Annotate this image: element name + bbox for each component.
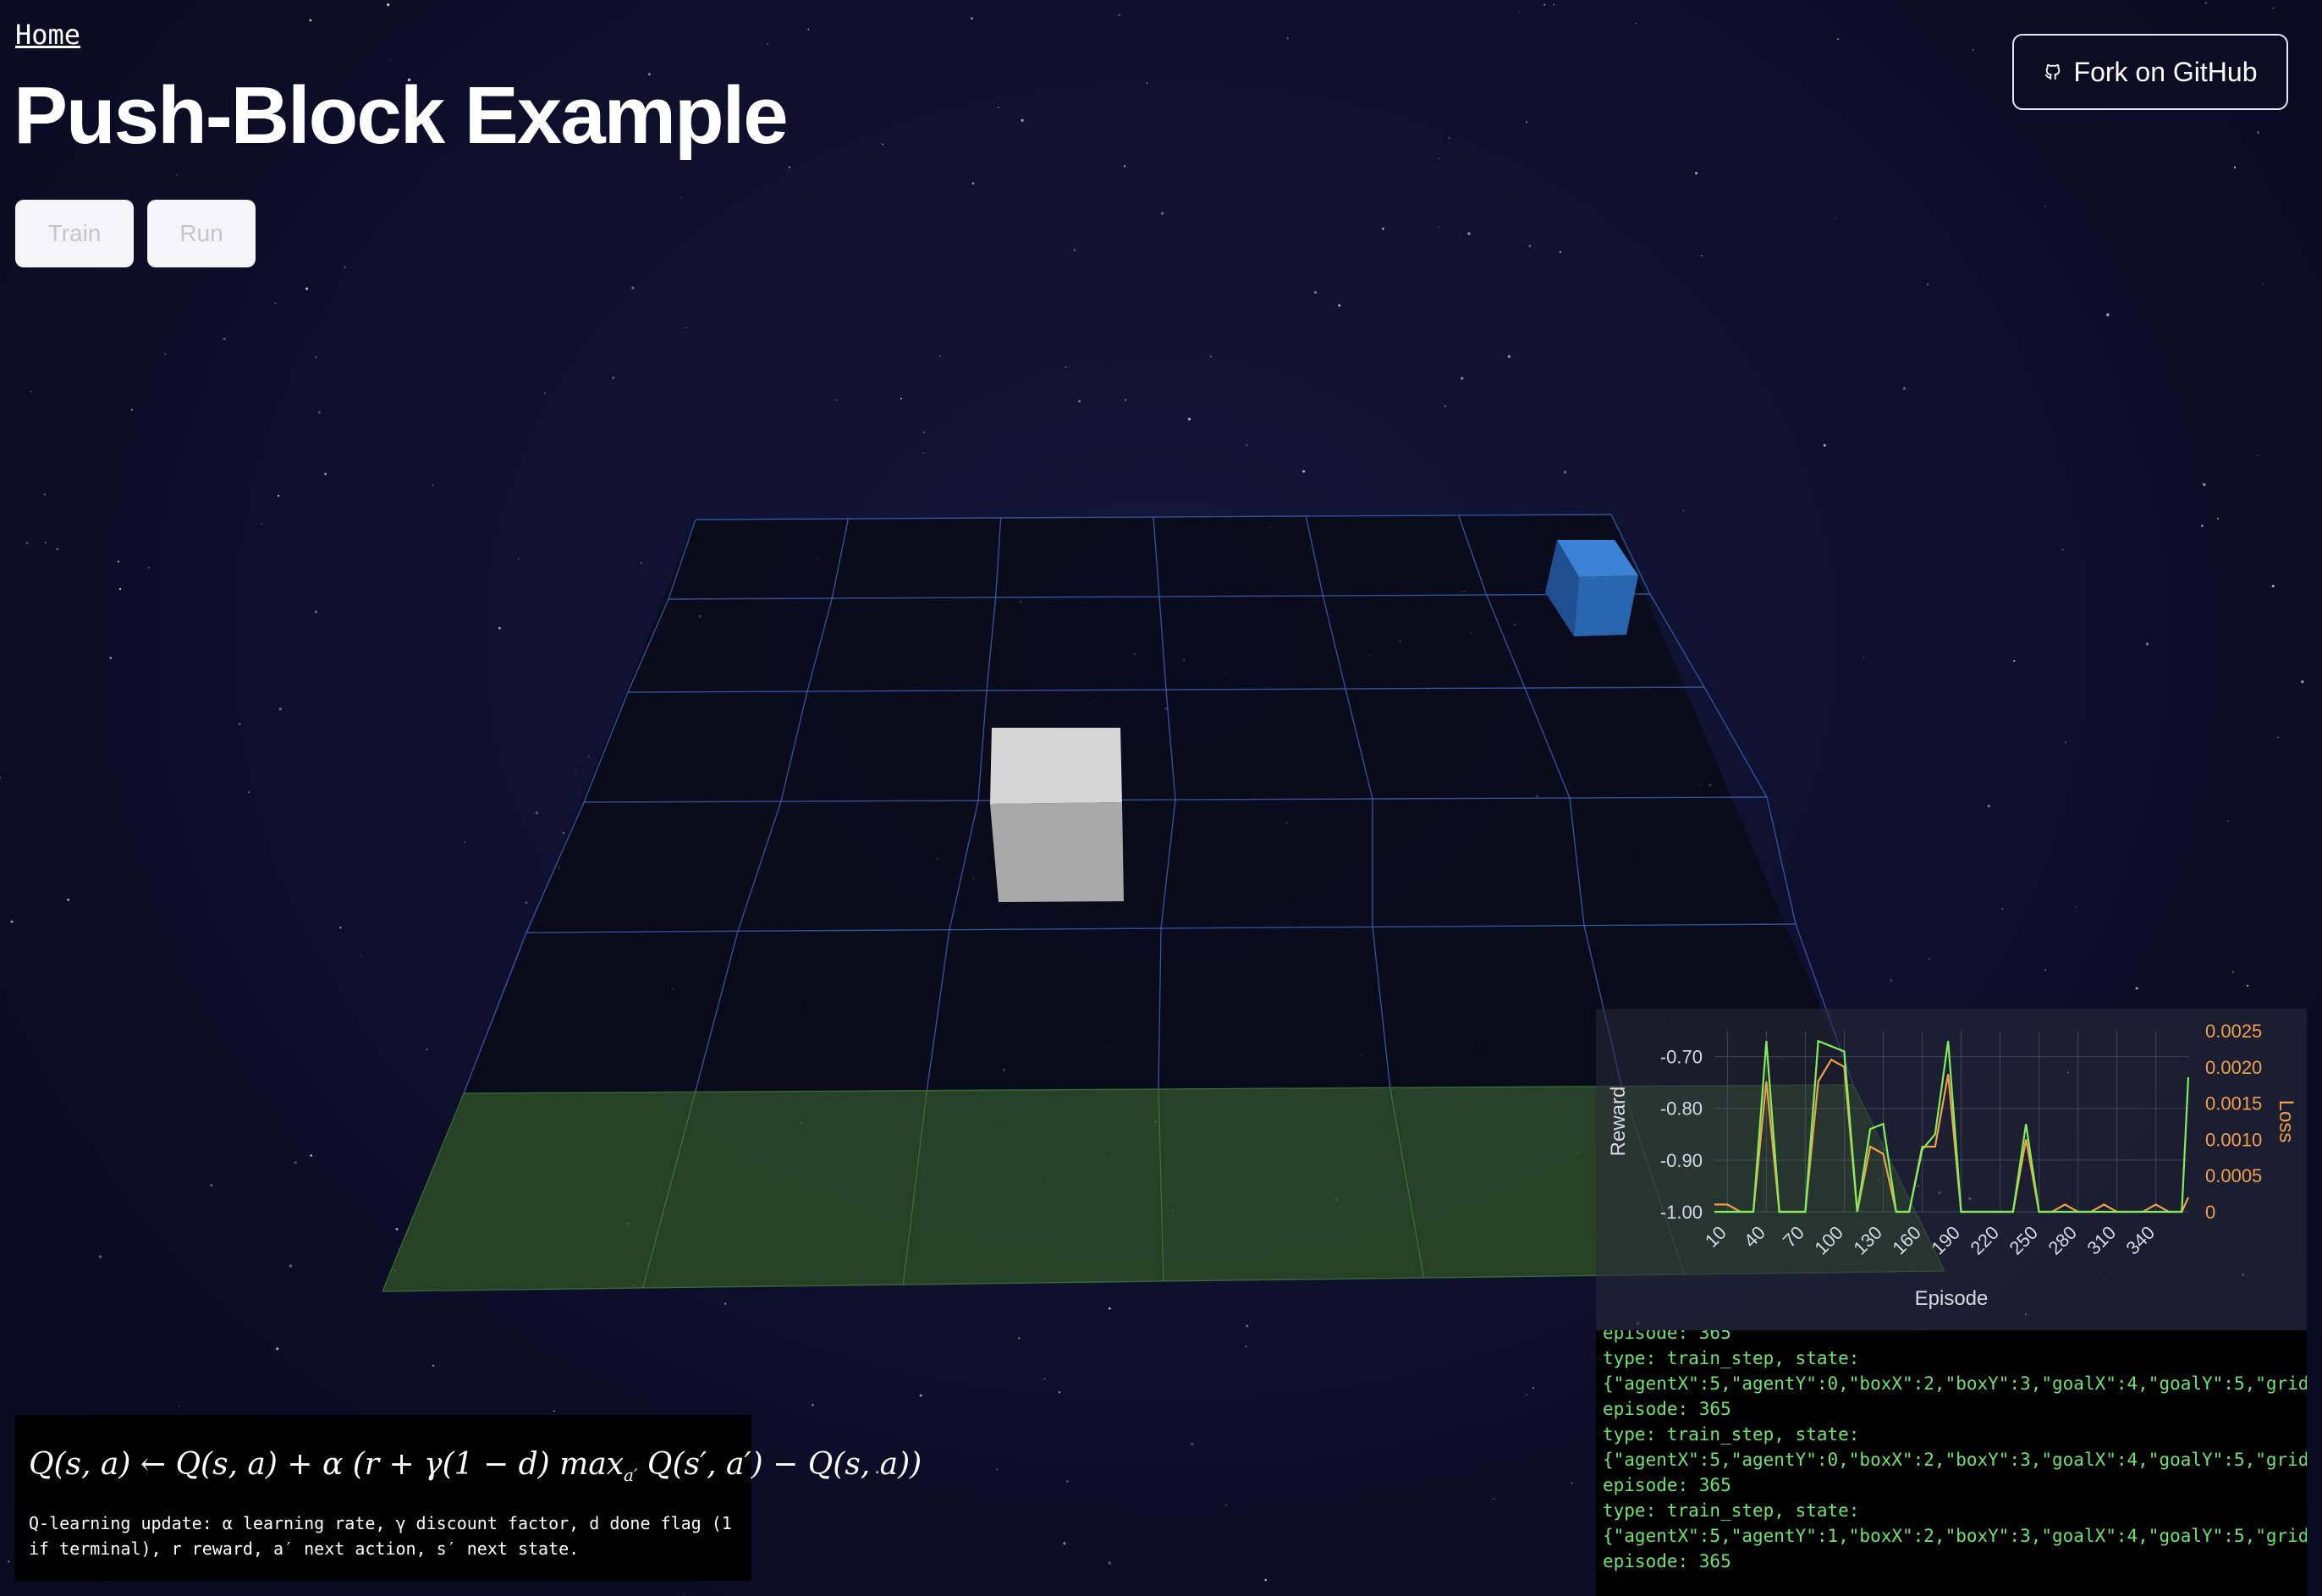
x-tick-label: 220 [1966, 1222, 2003, 1259]
log-line: episode: 365 [1603, 1399, 1731, 1419]
training-chart-panel: -0.70 -0.80 -0.90 -1.00 0.0025 0.0020 0.0015 0.… [1596, 1009, 2307, 1330]
log-line: episode: 365 [1603, 1475, 1731, 1495]
y2-tick-label: 0.0025 [2205, 1021, 2262, 1042]
x-tick-label: 280 [2044, 1222, 2081, 1259]
x-tick-label: 310 [2083, 1222, 2121, 1259]
y2-tick-label: 0 [2205, 1202, 2215, 1223]
x-tick-label: 250 [2005, 1222, 2042, 1259]
x-tick-label: 10 [1701, 1222, 1730, 1252]
y2-tick-label: 0.0005 [2205, 1165, 2262, 1186]
x-tick-label: 160 [1888, 1222, 1925, 1259]
x-tick-label: 40 [1740, 1222, 1769, 1252]
log-line: {"agentX":5,"agentY":1,"boxX":2,"boxY":3… [1603, 1526, 2307, 1546]
x-axis-label: Episode [1915, 1287, 1989, 1310]
log-line: episode: 365 [1603, 1551, 1731, 1571]
q-learning-formula: Q(s, a) ← Q(s, a) + α (r + γ(1 − d) maxa… [29, 1447, 922, 1486]
x-tick-label: 130 [1849, 1222, 1886, 1259]
x-tick-label: 70 [1779, 1222, 1808, 1252]
log-line: {"agentX":5,"agentY":0,"boxX":2,"boxY":3… [1603, 1373, 2307, 1394]
y-tick-label: -0.70 [1660, 1047, 1703, 1068]
y2-tick-label: 0.0020 [2205, 1057, 2262, 1078]
x-tick-label: 100 [1810, 1222, 1847, 1259]
log-line: type: train_step, state: [1603, 1424, 1860, 1445]
x-tick-label: 190 [1927, 1222, 1964, 1259]
y-tick-label: -0.80 [1660, 1098, 1703, 1120]
log-line: type: train_step, state: [1603, 1348, 1860, 1368]
training-log-panel[interactable]: episode: 365 type: train_step, state: {"ag… [1596, 1330, 2307, 1596]
reward-loss-chart: -0.70 -0.80 -0.90 -1.00 0.0025 0.0020 0.0015 0.… [1607, 1021, 2297, 1310]
y-axis-label: Reward [1607, 1087, 1630, 1157]
log-line: episode: 365 [1603, 1330, 1731, 1343]
log-line: type: train_step, state: [1603, 1500, 1860, 1521]
log-line: {"agentX":5,"agentY":0,"boxX":2,"boxY":3… [1603, 1450, 2307, 1470]
y2-tick-label: 0.0010 [2205, 1129, 2262, 1150]
pushable-box [990, 728, 1124, 902]
y2-axis-label: Loss [2275, 1100, 2297, 1143]
x-tick-label: 340 [2122, 1222, 2160, 1259]
y-tick-label: -1.00 [1660, 1202, 1703, 1223]
y-tick-label: -0.90 [1660, 1150, 1703, 1171]
formula-caption: Q-learning update: α learning rate, γ di… [29, 1513, 732, 1560]
y2-tick-label: 0.0015 [2205, 1093, 2262, 1114]
q-learning-formula-panel: Q(s, a) ← Q(s, a) + α (r + γ(1 − d) maxa… [15, 1415, 922, 1581]
